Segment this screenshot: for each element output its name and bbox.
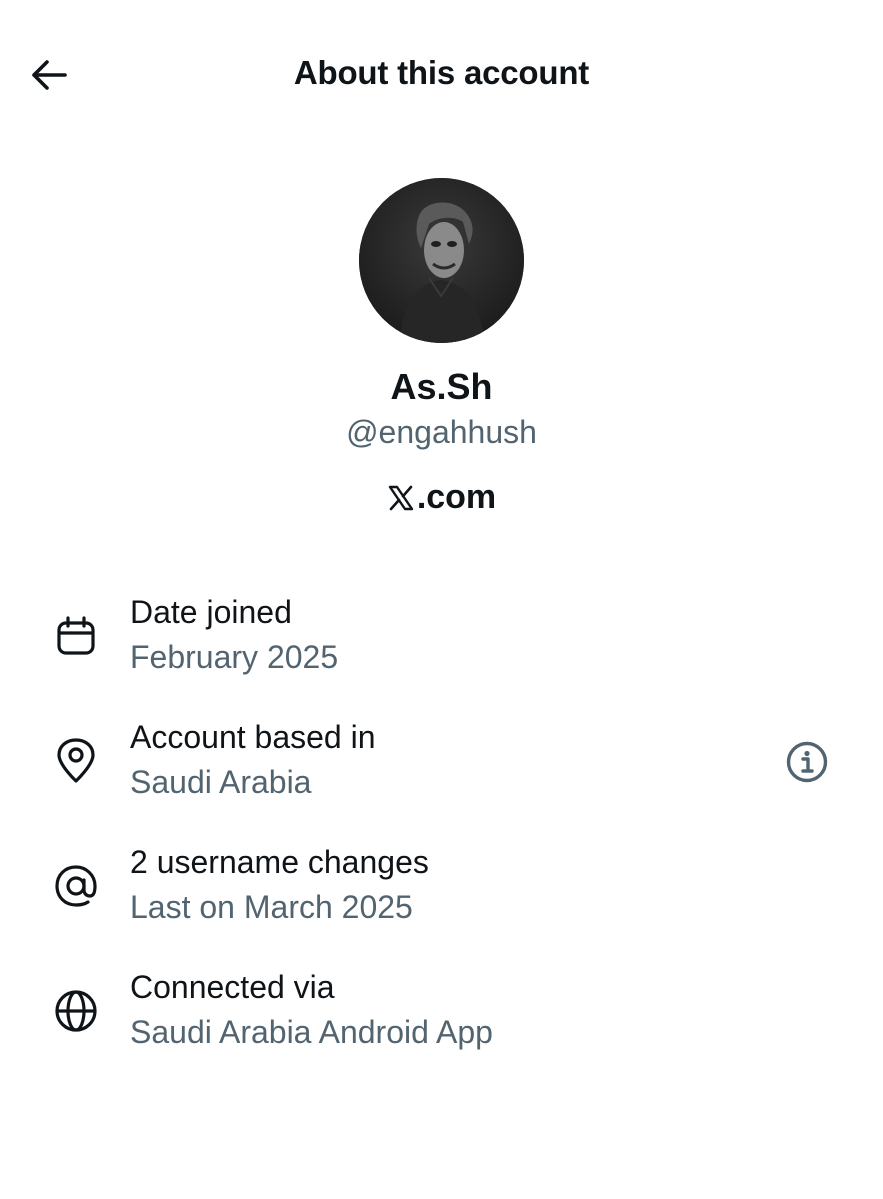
page-title: About this account xyxy=(293,54,590,91)
detail-row-username-changes: 2 username changes Last on March 2025 xyxy=(0,840,883,965)
detail-label: Connected via xyxy=(130,969,335,1005)
detail-label: 2 username changes xyxy=(130,844,429,880)
x-logo-icon xyxy=(388,485,414,510)
username-handle: @engahhush xyxy=(346,414,537,450)
detail-row-connected-via: Connected via Saudi Arabia Android App xyxy=(0,965,883,1090)
calendar-icon xyxy=(50,610,102,662)
location-info-button[interactable] xyxy=(783,738,831,786)
location-pin-icon xyxy=(50,735,102,787)
detail-label: Account based in xyxy=(130,719,376,755)
info-circle-icon xyxy=(786,741,828,783)
avatar-image xyxy=(359,178,524,343)
display-name: As.Sh xyxy=(390,366,493,407)
domain-suffix: .com xyxy=(416,478,497,516)
detail-row-account-location: Account based in Saudi Arabia xyxy=(0,715,883,840)
detail-value: Last on March 2025 xyxy=(130,889,413,925)
globe-icon xyxy=(50,985,102,1037)
at-sign-icon xyxy=(50,860,102,912)
detail-value: February 2025 xyxy=(130,639,339,675)
avatar[interactable] xyxy=(359,178,524,343)
detail-row-date-joined: Date joined February 2025 xyxy=(0,590,883,715)
detail-label: Date joined xyxy=(130,594,292,630)
detail-value: Saudi Arabia Android App xyxy=(130,1014,493,1050)
top-bar: About this account xyxy=(0,0,883,150)
detail-value: Saudi Arabia xyxy=(130,764,312,800)
account-details-list: Date joined February 2025 Account based … xyxy=(0,590,883,1090)
domain-label: .com xyxy=(0,478,883,517)
